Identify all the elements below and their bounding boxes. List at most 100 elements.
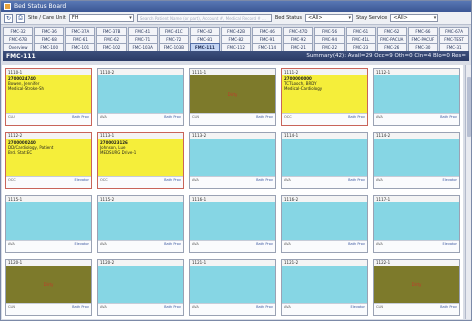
chevron-down-icon: ▾ xyxy=(129,15,132,21)
bed-tile[interactable]: 1115-1 AVA Elevator xyxy=(5,195,92,253)
tab-fmc-82[interactable]: FMC-82 xyxy=(220,35,252,43)
tab-fmc-102[interactable]: FMC-102 xyxy=(96,43,127,51)
tab-fmc-41c[interactable]: FMC-41C xyxy=(158,27,189,35)
tab-fmc-test[interactable]: FMC-TEST xyxy=(438,35,470,43)
tab-fmc-41[interactable]: FMC-41 xyxy=(127,27,158,35)
tab-fmc-71[interactable]: FMC-71 xyxy=(127,35,158,43)
tab-fmc-46[interactable]: FMC-46 xyxy=(252,27,283,35)
tab-fmc-67b[interactable]: FMC-67B xyxy=(3,35,34,43)
tab-fmc-21[interactable]: FMC-21 xyxy=(283,43,314,51)
tab-fmc-72[interactable]: FMC-72 xyxy=(158,35,189,43)
stay-service-select[interactable]: <All> ▾ xyxy=(390,14,439,22)
scrollbar-thumb[interactable] xyxy=(467,77,471,137)
title-bar: Bed Status Board xyxy=(1,1,471,12)
tab-fmc-62[interactable]: FMC-62 xyxy=(96,35,127,43)
bed-footer: CLN Bath Prov xyxy=(374,303,459,315)
tab-fmc-32[interactable]: FMC-32 xyxy=(3,27,34,35)
bed-tile[interactable]: 1120-1 Dirty CLN Bath Prov xyxy=(5,258,92,316)
bed-tile[interactable]: 1115-2 AVA Bath Prov xyxy=(97,195,184,253)
bed-status-area xyxy=(374,75,459,113)
tab-fmc-103a[interactable]: FMC-103A xyxy=(127,43,158,51)
tab-fmc-101[interactable]: FMC-101 xyxy=(65,43,96,51)
tab-fmc-37a[interactable]: FMC-37A xyxy=(65,27,96,35)
bed-tile[interactable]: 1116-1 AVA Bath Prov xyxy=(189,195,276,253)
bed-tile[interactable]: 1121-1 AVA Bath Prov xyxy=(189,258,276,316)
unit-name: FMC-111 xyxy=(6,52,36,60)
tab-fmc-67a[interactable]: FMC-67A xyxy=(438,27,470,35)
bed-tile[interactable]: 1112-1 AVA Bath Prov xyxy=(373,68,460,126)
tab-fmc-30[interactable]: FMC-30 xyxy=(407,43,438,51)
bed-status-area: 2700000240 DD/Cardiology, Patient Brd. Sta… xyxy=(6,138,91,176)
bed-footer-line: CLN Bath Prov xyxy=(376,305,457,309)
bed-footer: CLN Bath Prov xyxy=(6,303,91,315)
tab-fmc-111[interactable]: FMC-111 xyxy=(189,43,220,51)
tab-fmc-68[interactable]: FMC-68 xyxy=(34,35,65,43)
search-input[interactable]: Search Patient Name (or part), Account #… xyxy=(136,14,272,22)
tab-fmc-92[interactable]: FMC-92 xyxy=(283,35,314,43)
bed-status-code: AVA xyxy=(100,241,107,246)
tab-fmc-61[interactable]: FMC-61 xyxy=(345,27,376,35)
tab-fmc-112[interactable]: FMC-112 xyxy=(220,43,252,51)
tab-fmc-42b[interactable]: FMC-42B xyxy=(220,27,252,35)
tab-fmc-42[interactable]: FMC-42 xyxy=(189,27,220,35)
bed-footer-line: AVA Bath Prov xyxy=(100,305,181,309)
tab-fmc-pacua[interactable]: FMC-PACUA xyxy=(376,35,407,43)
app-icon xyxy=(4,3,11,10)
bed-tile[interactable]: 1121-2 AVA Elevator xyxy=(281,258,368,316)
bed-attribute: Elevator xyxy=(74,178,89,182)
bed-footer-line: AVA Elevator xyxy=(284,305,365,309)
tab-fmc-66[interactable]: FMC-66 xyxy=(407,27,438,35)
tab-overview[interactable]: Overview xyxy=(3,43,34,51)
tab-fmc-56[interactable]: FMC-56 xyxy=(314,27,345,35)
bed-tile[interactable]: 1112-2 2700000240 DD/Cardiology, Patient Br… xyxy=(5,131,92,189)
tab-fmc-31[interactable]: FMC-31 xyxy=(438,43,470,51)
tab-fmc-100[interactable]: FMC-100 xyxy=(34,43,65,51)
bed-status-code: OCC xyxy=(8,178,16,182)
bed-footer-line: CLN Bath Prov xyxy=(8,305,89,309)
bed-tile[interactable]: 1120-2 AVA Bath Prov xyxy=(97,258,184,316)
bed-footer: AVA Bath Prov xyxy=(282,176,367,188)
tab-fmc-103b[interactable]: FMC-103B xyxy=(158,43,189,51)
tab-fmc-37b[interactable]: FMC-37B xyxy=(96,27,127,35)
refresh-icon[interactable]: ↻ xyxy=(4,13,13,23)
bed-tile[interactable]: 1110-1 2700024740 Bowen, Jennifer Medical-S… xyxy=(5,68,92,126)
bed-status-area xyxy=(98,265,183,303)
bed-tile[interactable]: 1111-1 Dirty CLN Bath Prov xyxy=(189,68,276,126)
tab-fmc-23[interactable]: FMC-23 xyxy=(345,43,376,51)
tab-fmc-94[interactable]: FMC-94 xyxy=(314,35,345,43)
tab-fmc-47d[interactable]: FMC-47D xyxy=(283,27,314,35)
print-icon[interactable]: ⎙ xyxy=(16,13,25,23)
tab-fmc-26[interactable]: FMC-26 xyxy=(376,43,407,51)
tab-fmc-36[interactable]: FMC-36 xyxy=(34,27,65,35)
stay-service-label: Stay Service xyxy=(356,15,388,21)
tab-fmc-62[interactable]: FMC-62 xyxy=(376,27,407,35)
bed-footer-line: AVA Elevator xyxy=(376,242,457,246)
bed-tile[interactable]: 1122-1 Dirty CLN Bath Prov xyxy=(373,258,460,316)
bed-status-code: OCC xyxy=(284,114,292,119)
bed-tile[interactable]: 1114-2 AVA Elevator xyxy=(373,131,460,189)
bed-footer: AVA Elevator xyxy=(374,176,459,188)
bed-tile[interactable]: 1117-1 AVA Elevator xyxy=(373,195,460,253)
bed-status-select[interactable]: <All> ▾ xyxy=(305,14,354,22)
bed-status-code: AVA xyxy=(192,305,199,309)
bed-footer-line: AVA Bath Prov xyxy=(192,242,273,246)
bed-tile[interactable]: 1114-1 AVA Bath Prov xyxy=(281,131,368,189)
bed-tile[interactable]: 1116-2 AVA Bath Prov xyxy=(281,195,368,253)
bed-footer: AVA Bath Prov xyxy=(190,176,275,188)
bed-tile[interactable]: 1111-2 2700000000 TCTLooch, BRDY Medical-Ca… xyxy=(281,68,368,126)
tab-fmc-22[interactable]: FMC-22 xyxy=(314,43,345,51)
tab-fmc-61[interactable]: FMC-61 xyxy=(65,35,96,43)
vertical-scrollbar[interactable] xyxy=(465,65,471,319)
tab-fmc-41l[interactable]: FMC-41L xyxy=(345,35,376,43)
bed-tile[interactable]: 1110-2 AVA Bath Prov xyxy=(97,68,184,126)
tab-fmc-114[interactable]: FMC-114 xyxy=(252,43,283,51)
bed-tile[interactable]: 1113-2 AVA Bath Prov xyxy=(189,131,276,189)
tab-fmc-pacuf[interactable]: FMC-PACUF xyxy=(407,35,438,43)
tab-fmc-81[interactable]: FMC-81 xyxy=(189,35,220,43)
patient-service: MEDSURG Drive-1 xyxy=(100,149,137,155)
site-select[interactable]: FH ▾ xyxy=(68,14,134,22)
bed-footer: AVA Bath Prov xyxy=(98,303,183,315)
bed-tile[interactable]: 1113-1 2700023126 Johnson, Lue MEDSURG Driv… xyxy=(97,131,184,189)
bed-status-value: <All> xyxy=(308,15,323,21)
tab-fmc-91[interactable]: FMC-91 xyxy=(252,35,283,43)
